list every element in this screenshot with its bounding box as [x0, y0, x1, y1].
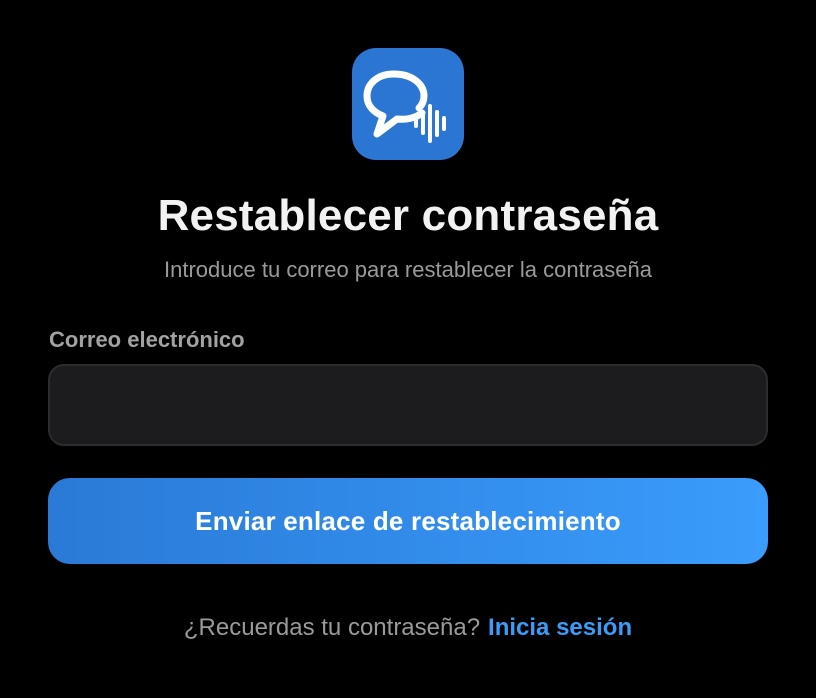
app-logo — [352, 48, 464, 160]
chat-bubble-soundwave-icon — [363, 70, 446, 143]
login-prompt-text: ¿Recuerdas tu contraseña? — [183, 614, 481, 641]
send-reset-link-button[interactable]: Enviar enlace de restablecimiento — [48, 478, 768, 564]
page-subtitle: Introduce tu correo para restablecer la … — [164, 257, 652, 282]
email-label: Correo electrónico — [49, 327, 245, 352]
login-prompt: ¿Recuerdas tu contraseña? Inicia sesión — [0, 612, 816, 644]
page-title: Restablecer contraseña — [157, 191, 659, 240]
login-link[interactable]: Inicia sesión — [488, 614, 632, 641]
reset-password-screen: Restablecer contraseña Introduce tu corr… — [0, 0, 816, 698]
email-field[interactable] — [48, 364, 768, 446]
